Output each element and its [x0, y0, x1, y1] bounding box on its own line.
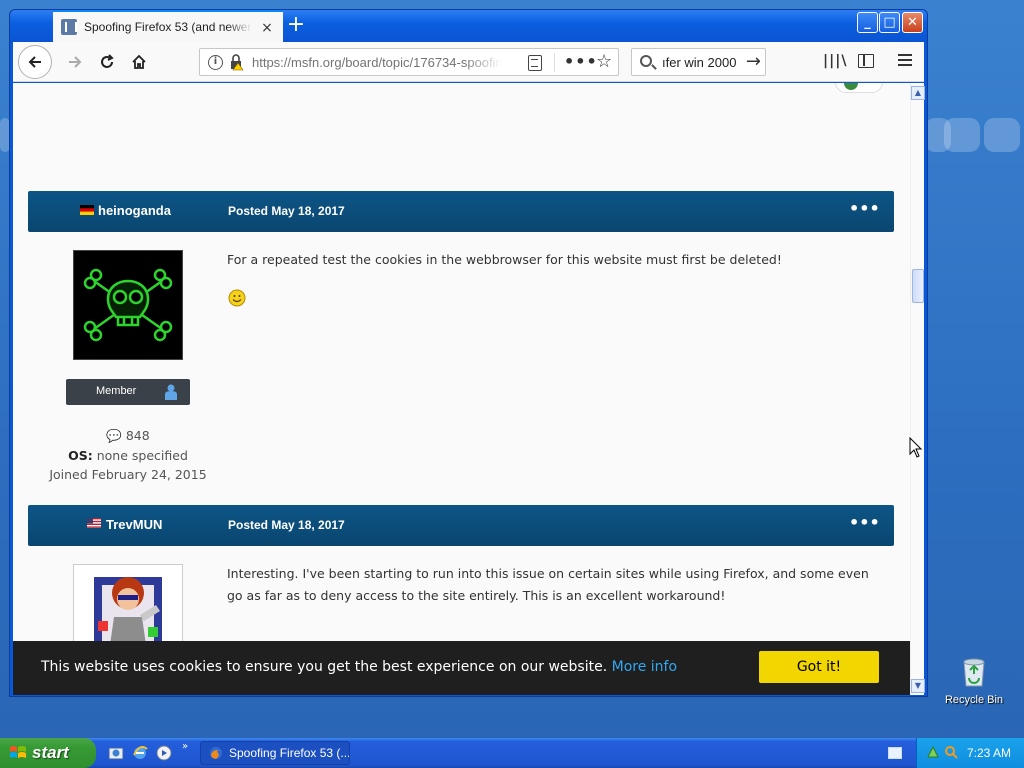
smiley-emoji-icon: [228, 289, 246, 307]
home-icon: [132, 54, 146, 69]
msfn-favicon-icon: [61, 19, 77, 35]
skull-crossbones-avatar-icon: [83, 268, 173, 342]
url-divider: [554, 53, 555, 72]
scroll-up-arrow-icon[interactable]: ▲: [911, 86, 925, 100]
usa-flag-icon: [87, 518, 101, 528]
post-options-menu-icon[interactable]: •••: [849, 513, 880, 532]
back-arrow-icon: [28, 56, 41, 68]
post-author-link[interactable]: heinoganda: [98, 203, 171, 218]
new-tab-button[interactable]: +: [284, 14, 308, 38]
taskbar-task-title: Spoofing Firefox 53 (...: [229, 746, 350, 760]
avatar[interactable]: [73, 250, 183, 360]
member-rank-badge: Member: [66, 379, 190, 405]
media-player-icon[interactable]: [156, 745, 172, 761]
post-count-value: 848: [125, 428, 150, 443]
reaction-badge[interactable]: [835, 83, 883, 93]
forward-button[interactable]: [61, 48, 89, 76]
tab-close-icon[interactable]: ×: [259, 20, 275, 36]
start-button[interactable]: start: [0, 738, 96, 768]
more-info-link[interactable]: More info: [612, 659, 677, 675]
germany-flag-icon: [80, 205, 94, 215]
vertical-scrollbar[interactable]: ▲ ▼: [910, 83, 925, 695]
post-body: For a repeated test the cookies in the w…: [227, 252, 782, 267]
recycle-bin-shortcut[interactable]: Recycle Bin: [944, 656, 1004, 706]
taskbar-firefox-button[interactable]: Spoofing Firefox 53 (...: [200, 741, 350, 765]
keyboard-language-icon[interactable]: [888, 747, 902, 759]
cookie-message: This website uses cookies to ensure you …: [41, 659, 677, 675]
scroll-thumb[interactable]: [912, 269, 924, 303]
cookie-consent-banner: This website uses cookies to ensure you …: [13, 641, 910, 695]
firefox-window: Spoofing Firefox 53 (and newer versions …: [9, 9, 928, 697]
search-input[interactable]: ıfer win 2000: [662, 55, 736, 70]
desktop-decoration: [944, 118, 980, 152]
tab-title: Spoofing Firefox 53 (and newer versions: [84, 20, 252, 34]
member-figure-icon: [165, 384, 177, 400]
post-options-menu-icon[interactable]: •••: [849, 199, 880, 218]
firefox-icon: [210, 747, 222, 759]
post-date[interactable]: Posted May 18, 2017: [228, 518, 345, 532]
back-button[interactable]: [18, 45, 52, 79]
avatar[interactable]: [73, 564, 183, 644]
minimize-button[interactable]: _: [857, 12, 878, 33]
url-bar[interactable]: i https://msfn.org/board/topic/176734-sp…: [199, 48, 619, 76]
browser-tab[interactable]: Spoofing Firefox 53 (and newer versions …: [53, 10, 283, 42]
search-bar[interactable]: ıfer win 2000 →: [631, 48, 766, 76]
scroll-down-arrow-icon[interactable]: ▼: [911, 679, 925, 693]
title-bar[interactable]: Spoofing Firefox 53 (and newer versions …: [10, 10, 927, 42]
navigation-toolbar: i https://msfn.org/board/topic/176734-sp…: [13, 42, 924, 82]
cartoon-avatar-icon: [94, 577, 162, 644]
post-author-link[interactable]: TrevMUN: [106, 517, 162, 532]
desktop-decoration: [984, 118, 1020, 152]
os-info: OS: none specified: [43, 448, 213, 463]
post-count: 💬 848: [43, 428, 213, 444]
insecure-lock-icon[interactable]: [230, 54, 244, 71]
reload-icon: [101, 54, 114, 68]
network-status-icon[interactable]: [926, 745, 940, 759]
hamburger-menu-icon[interactable]: [898, 54, 912, 66]
forward-arrow-icon: [69, 56, 82, 68]
got-it-button[interactable]: Got it!: [759, 651, 879, 683]
os-value: none specified: [96, 448, 188, 463]
clock[interactable]: 7:23 AM: [967, 746, 1011, 760]
page-actions-menu-icon[interactable]: •••: [564, 52, 598, 71]
close-window-button[interactable]: ✕: [902, 12, 923, 33]
page-content: heinoganda Posted May 18, 2017 ••• Membe: [13, 83, 910, 695]
sidebar-toggle-icon[interactable]: [858, 54, 874, 68]
quick-launch-chevron[interactable]: »: [182, 741, 188, 752]
windows-logo-icon: [10, 746, 26, 758]
site-info-icon[interactable]: i: [208, 55, 223, 70]
internet-explorer-icon[interactable]: [132, 745, 148, 761]
search-tray-icon[interactable]: [944, 745, 958, 759]
maximize-button[interactable]: □: [879, 12, 900, 33]
system-tray: 7:23 AM: [916, 738, 1024, 768]
post-header: heinoganda Posted May 18, 2017 •••: [28, 191, 894, 232]
library-icon[interactable]: |||\: [823, 53, 847, 69]
search-go-arrow-icon[interactable]: →: [746, 51, 761, 72]
cookie-message-text: This website uses cookies to ensure you …: [41, 659, 608, 675]
reload-button[interactable]: [93, 48, 121, 76]
outlook-express-icon[interactable]: [108, 745, 124, 761]
post-body: Interesting. I've been starting to run i…: [227, 566, 869, 603]
recycle-bin-label: Recycle Bin: [944, 694, 1004, 706]
recycle-bin-icon: [960, 656, 988, 688]
os-label: OS:: [68, 448, 93, 463]
start-label: start: [32, 743, 69, 762]
post-header: TrevMUN Posted May 18, 2017 •••: [28, 505, 894, 546]
joined-date: Joined February 24, 2015: [49, 467, 207, 482]
url-text[interactable]: https://msfn.org/board/topic/176734-spoo…: [252, 55, 502, 70]
reader-view-icon[interactable]: [528, 55, 542, 71]
taskbar: start » Spoofing Firefox 53 (... 7:23 AM: [0, 738, 1024, 768]
search-icon: [640, 55, 652, 67]
rank-label: Member: [96, 385, 137, 397]
home-button[interactable]: [125, 48, 153, 76]
post-date[interactable]: Posted May 18, 2017: [228, 204, 345, 218]
speech-bubble-icon: 💬: [106, 428, 122, 443]
mouse-pointer-icon: [909, 437, 923, 458]
bookmark-star-icon[interactable]: ☆: [596, 51, 612, 72]
